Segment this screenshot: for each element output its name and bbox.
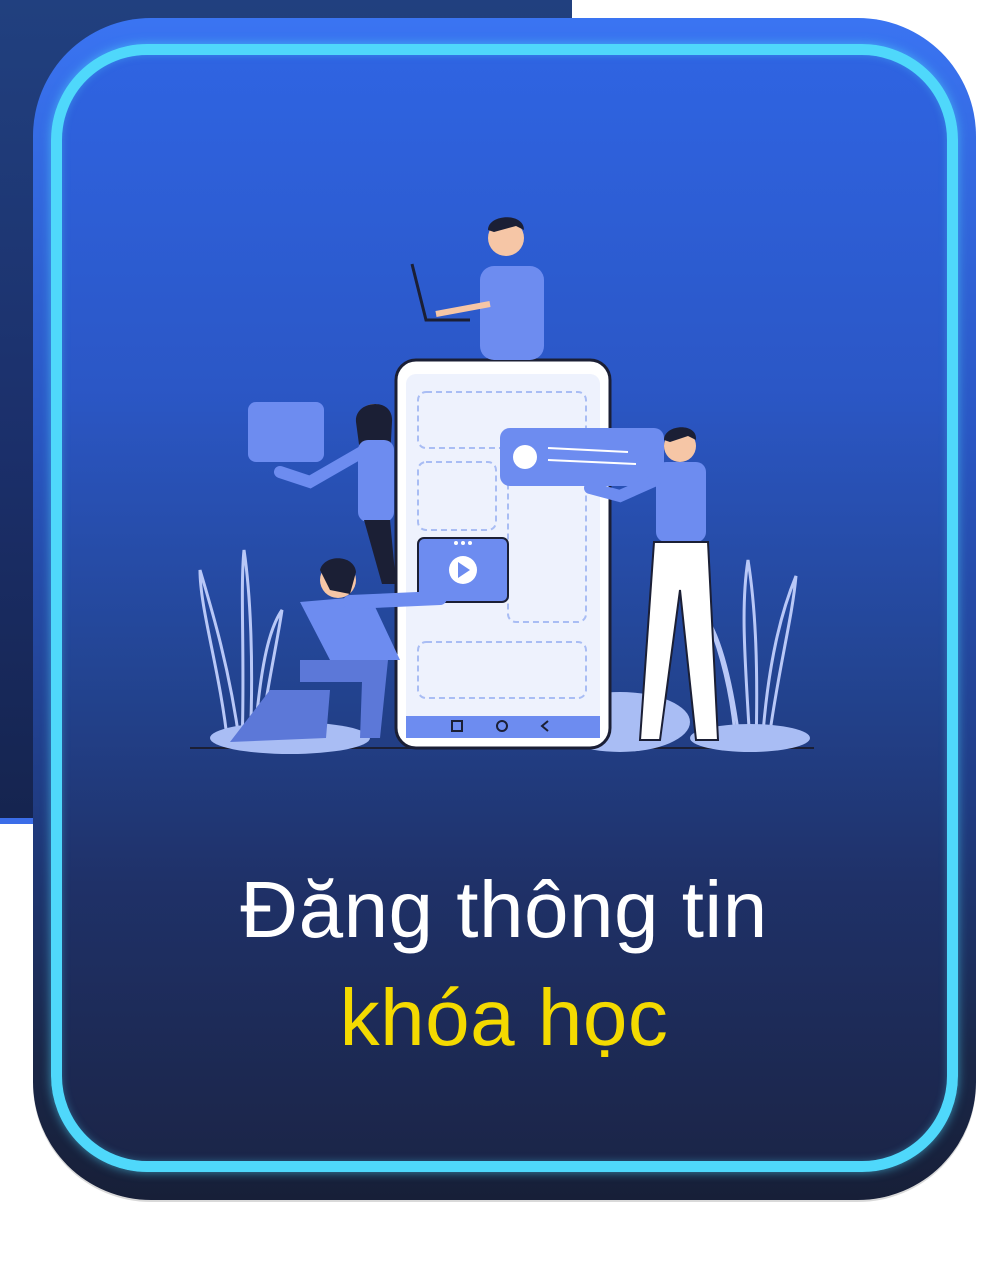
message-card-icon — [500, 428, 664, 486]
team-building-app-illustration — [190, 217, 814, 754]
floating-card-icon — [248, 402, 324, 462]
title-line-highlight: khóa học — [339, 973, 669, 1062]
person-laptop-icon — [410, 217, 544, 360]
plant-right-icon — [706, 559, 798, 747]
title-line-primary: Đăng thông tin — [240, 865, 768, 954]
